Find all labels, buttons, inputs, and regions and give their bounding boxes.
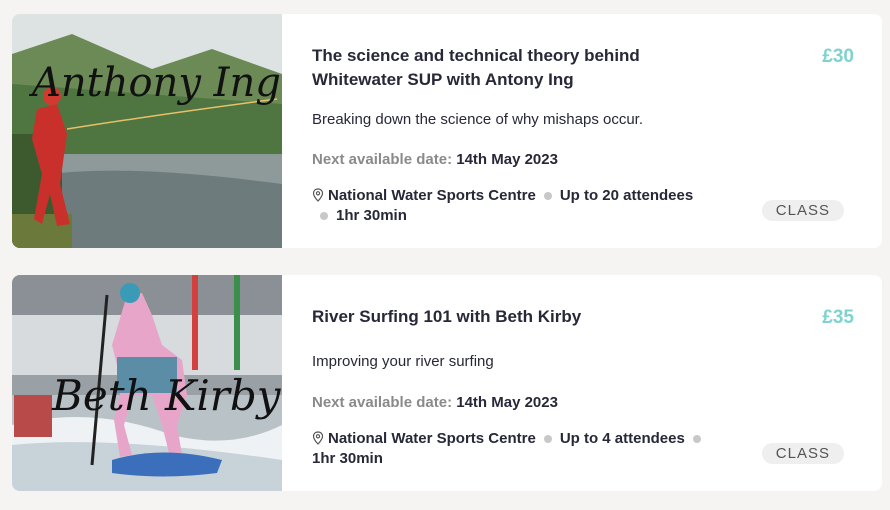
next-available-date: Next available date: 14th May 2023 bbox=[312, 151, 558, 168]
event-attendees: Up to 20 attendees bbox=[559, 187, 694, 204]
event-attendees: Up to 4 attendees bbox=[559, 430, 685, 447]
event-duration: 1hr 30min bbox=[312, 450, 383, 467]
event-price: £30 bbox=[822, 46, 854, 67]
image-signature: Anthony Ing bbox=[28, 60, 281, 106]
separator-dot bbox=[543, 192, 552, 201]
event-location: National Water Sports Centre bbox=[328, 430, 536, 447]
event-description: Breaking down the science of why mishaps… bbox=[312, 111, 644, 128]
separator-dot bbox=[692, 435, 701, 444]
event-meta: National Water Sports Centre Up to 20 att… bbox=[312, 187, 757, 225]
map-pin-icon bbox=[312, 431, 324, 450]
event-image: Anthony Ing bbox=[12, 14, 282, 248]
event-card[interactable]: Beth Kirby River Surfing 101 with Beth K… bbox=[12, 275, 882, 491]
next-date-value: 14th May 2023 bbox=[456, 151, 558, 168]
next-date-value: 14th May 2023 bbox=[456, 394, 558, 411]
event-price: £35 bbox=[822, 307, 854, 328]
next-available-date: Next available date: 14th May 2023 bbox=[312, 394, 558, 411]
separator-dot bbox=[543, 435, 552, 444]
image-signature: Beth Kirby bbox=[51, 371, 282, 420]
event-card[interactable]: Anthony Ing The science and technical th… bbox=[12, 14, 882, 248]
event-title[interactable]: River Surfing 101 with Beth Kirby bbox=[312, 305, 732, 329]
map-pin-icon bbox=[312, 188, 324, 207]
event-duration: 1hr 30min bbox=[336, 207, 407, 224]
event-description: Improving your river surfing bbox=[312, 353, 494, 370]
next-date-label: Next available date: bbox=[312, 394, 453, 411]
next-date-label: Next available date: bbox=[312, 151, 453, 168]
event-type-badge: CLASS bbox=[761, 443, 844, 464]
event-meta: National Water Sports Centre Up to 4 atte… bbox=[312, 430, 757, 468]
event-image: Beth Kirby bbox=[12, 275, 282, 491]
separator-dot bbox=[320, 212, 328, 221]
event-type-badge: CLASS bbox=[761, 200, 844, 221]
event-location: National Water Sports Centre bbox=[328, 187, 536, 204]
event-title[interactable]: The science and technical theory behind … bbox=[312, 44, 732, 92]
